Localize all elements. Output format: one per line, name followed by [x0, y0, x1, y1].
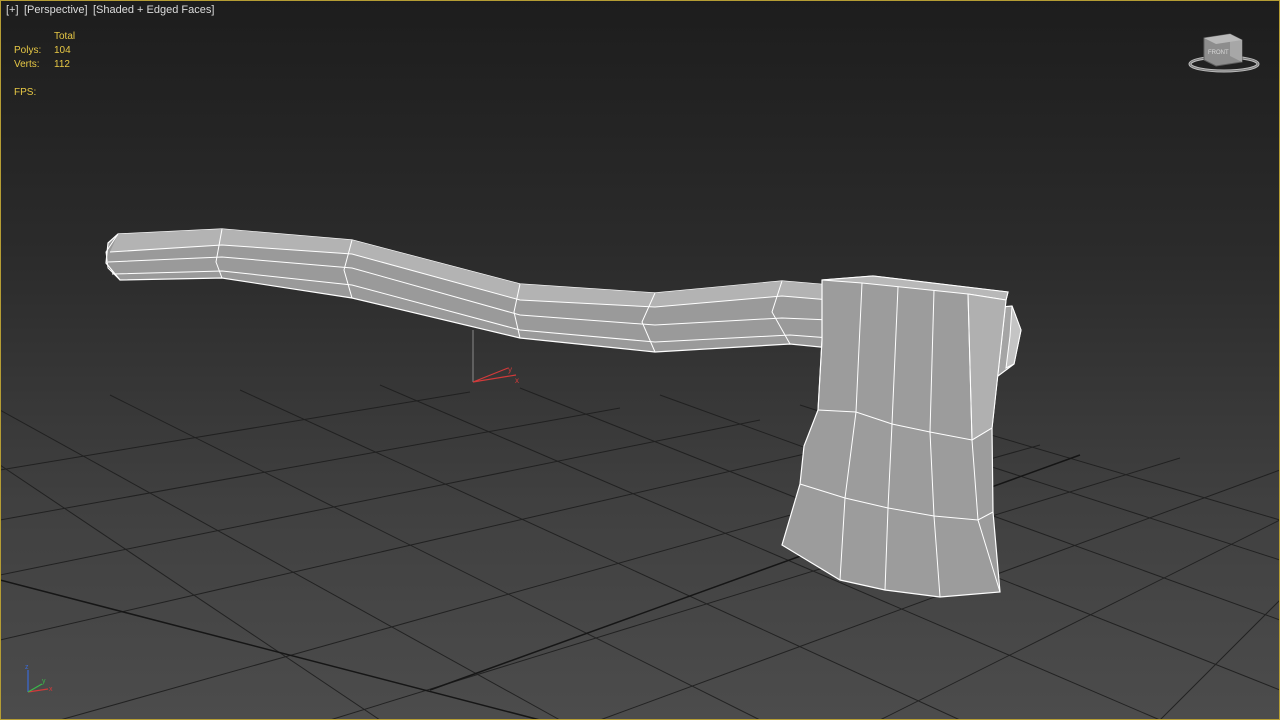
verts-label: Verts:	[14, 59, 40, 70]
perspective-viewport[interactable]: x y [+] [Perspective] [Shaded + Edged Fa…	[0, 0, 1280, 720]
axis-z-label: z	[25, 664, 29, 671]
shading-mode-label[interactable]: [Shaded + Edged Faces]	[93, 4, 214, 16]
viewport-menu-button[interactable]: [+]	[6, 4, 19, 16]
viewcube-icon[interactable]: FRONT	[1184, 30, 1264, 76]
home-grid	[0, 384, 1280, 720]
scene-canvas[interactable]: x y	[0, 0, 1280, 720]
pivot-gizmo: x y	[472, 330, 519, 385]
axis-tripod-icon: z x y	[25, 664, 53, 693]
view-label-perspective[interactable]: [Perspective]	[24, 4, 88, 16]
stats-total-header: Total	[54, 31, 76, 42]
fps-label: FPS:	[14, 87, 37, 98]
viewcube-face-label: FRONT	[1208, 50, 1229, 56]
axis-y-label: y	[42, 678, 46, 685]
verts-value: 112	[54, 59, 70, 70]
polys-value: 104	[54, 45, 71, 56]
polys-label: Polys:	[14, 45, 42, 56]
axis-x-label: x	[49, 686, 53, 693]
pivot-x-label: x	[515, 376, 519, 385]
axe-handle-mesh[interactable]	[105, 228, 831, 353]
pivot-y-label: y	[508, 365, 512, 374]
